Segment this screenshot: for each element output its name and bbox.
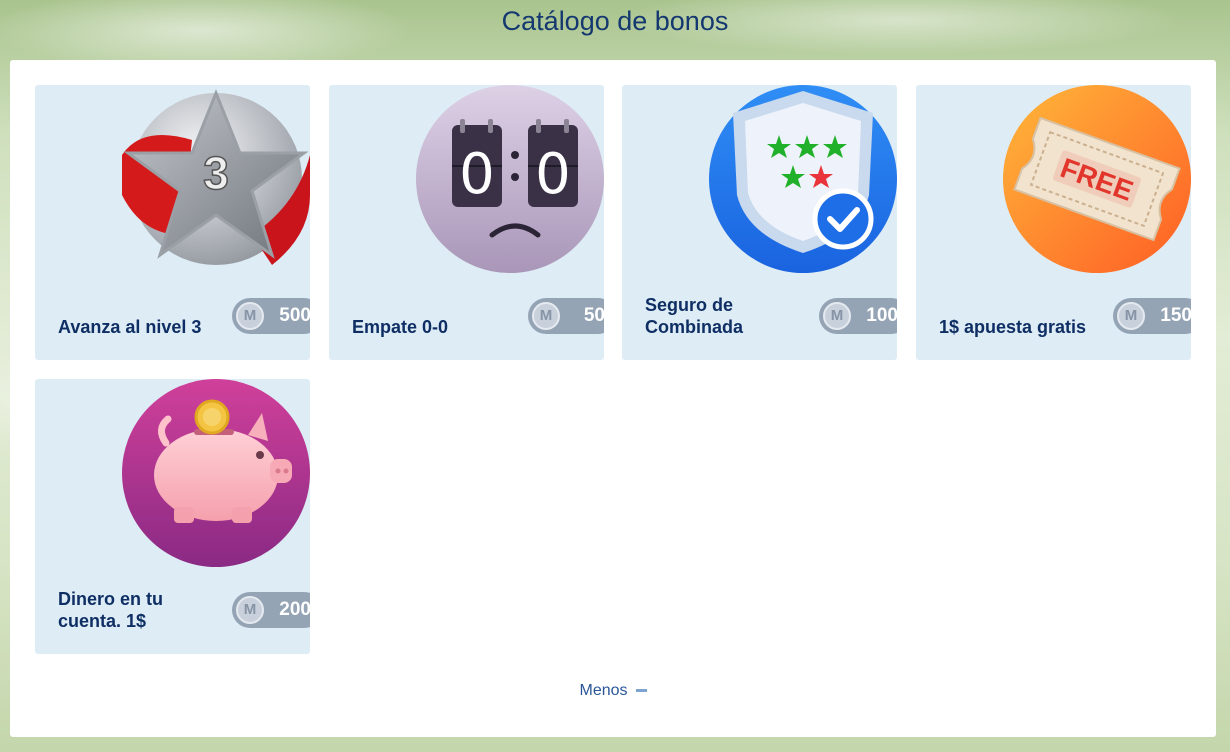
score-right-text: 0 [535, 142, 571, 207]
bonus-price: 200 [279, 599, 310, 620]
bonus-price: 500 [279, 305, 310, 326]
bonus-card-label: 1$ apuesta gratis [939, 317, 1087, 337]
bonus-price-pill: M 150 [1113, 298, 1191, 334]
bonus-price: 50 [583, 305, 604, 326]
level-3-star-icon: 3 [122, 85, 310, 273]
bonus-card-free-bet[interactable]: FREE 1$ apuesta gratis M 150 [916, 85, 1191, 360]
bonus-card-label: Dinero en tu cuenta. 1$ [58, 589, 164, 631]
bonus-card-cash[interactable]: Dinero en tu cuenta. 1$ M 200 [35, 379, 310, 654]
bonus-card-level-3[interactable]: 3 Avanza al nivel 3 M 500 [35, 85, 310, 360]
bonus-card-insurance[interactable]: Seguro de Combinada M 100 [622, 85, 897, 360]
coin-icon: M [823, 302, 851, 330]
bonus-card-label: Avanza al nivel 3 [58, 317, 202, 337]
insurance-shield-icon [709, 85, 897, 273]
bonus-catalog-panel: 3 Avanza al nivel 3 M 500 0 0 Empate 0-0… [10, 60, 1216, 737]
bonus-price-pill: M 100 [819, 298, 897, 334]
bonus-price-pill: M 200 [232, 592, 310, 628]
bonus-card-label: Empate 0-0 [352, 317, 449, 337]
free-ticket-icon: FREE [1003, 85, 1191, 273]
bonus-card-label: Seguro de Combinada [645, 295, 744, 337]
coin-icon: M [236, 596, 264, 624]
draw-scoreboard-icon: 0 0 [416, 85, 604, 273]
bonus-price-pill: M 50 [528, 298, 604, 334]
show-less-toggle[interactable]: Menos [10, 682, 1216, 700]
bonus-price-pill: M 500 [232, 298, 310, 334]
score-left-text: 0 [459, 142, 495, 207]
coin-icon: M [1117, 302, 1145, 330]
bonus-card-draw[interactable]: 0 0 Empate 0-0 M 50 [329, 85, 604, 360]
level-number-text: 3 [203, 147, 229, 199]
bonus-price: 150 [1160, 305, 1191, 326]
coin-icon: M [236, 302, 264, 330]
minus-icon [635, 689, 647, 693]
coin-icon: M [532, 302, 560, 330]
bonus-price: 100 [866, 305, 897, 326]
piggy-bank-icon [122, 379, 310, 567]
show-less-label: Menos [579, 682, 628, 699]
page-title: Catálogo de bonos [501, 6, 729, 36]
